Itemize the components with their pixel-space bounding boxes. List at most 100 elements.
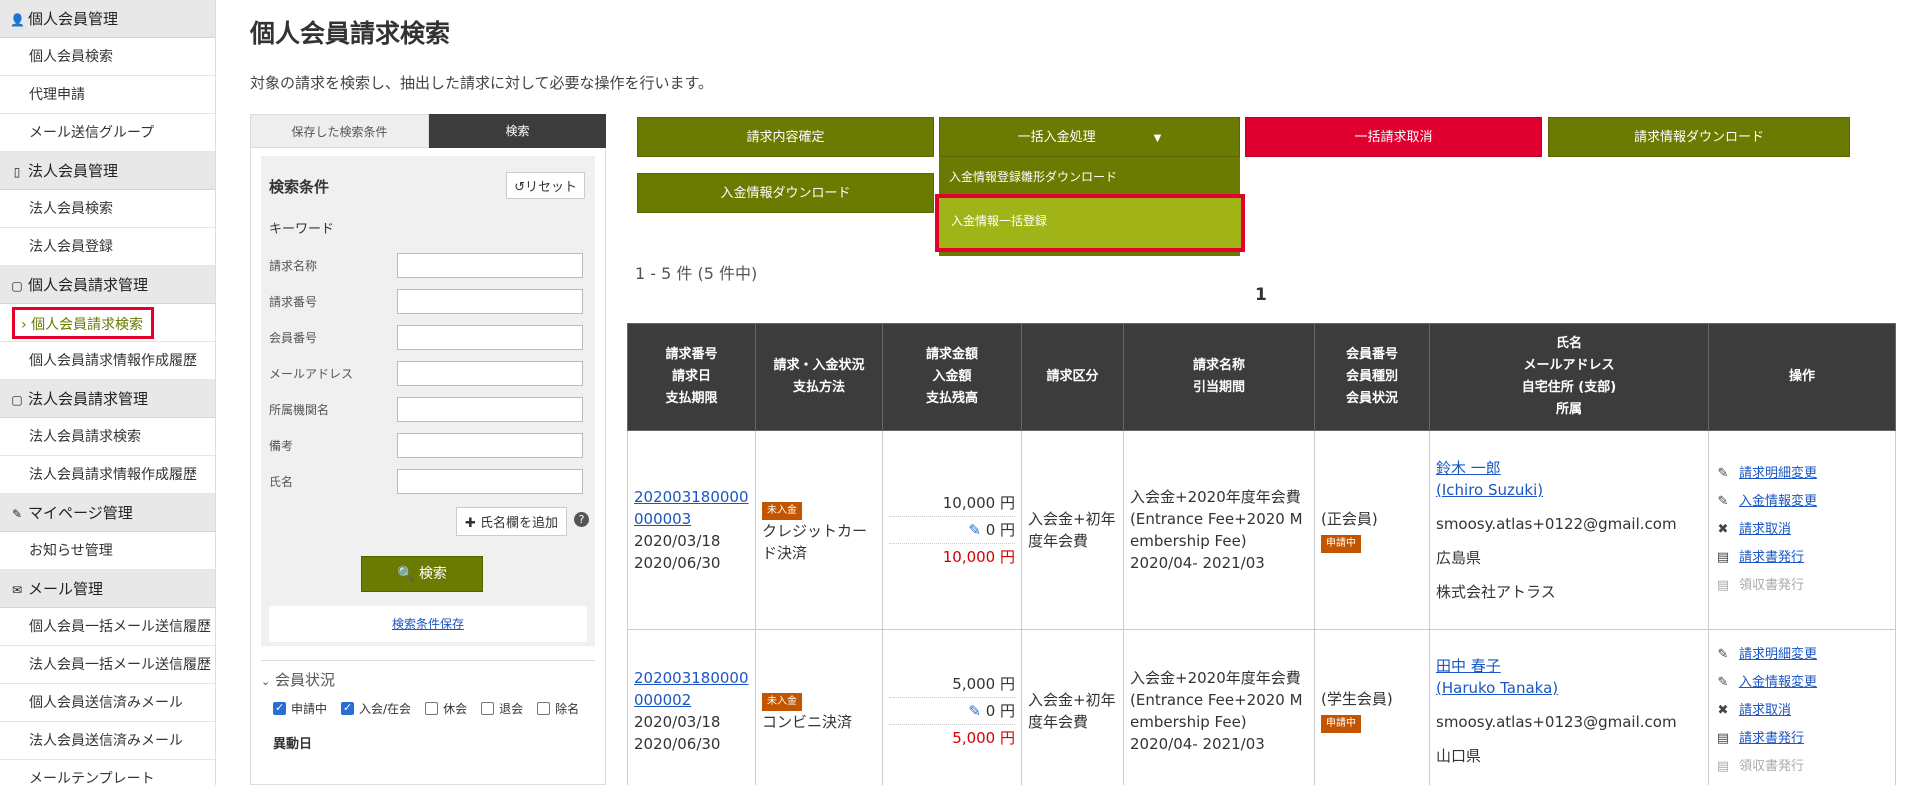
member-name-link[interactable]: 田中 春子 (Haruko Tanaka) <box>1436 655 1702 699</box>
edit-pen-icon[interactable]: ✎ <box>968 702 981 720</box>
allocation-period: 2020/04- 2021/03 <box>1130 734 1265 753</box>
sidebar-section-individual-billing[interactable]: ▢ 個人会員請求管理 <box>0 266 215 304</box>
field-label: 氏名 <box>269 475 294 489</box>
plus-icon: ✚ <box>464 516 476 531</box>
column-header: 請求番号 請求日 支払期限 <box>627 323 756 431</box>
reset-icon: ↺ <box>514 180 525 195</box>
sidebar-item-corporate-billing-history[interactable]: 法人会員請求情報作成履歴 <box>0 456 215 494</box>
status-checkbox-withdrawn[interactable]: 退会 <box>481 700 523 717</box>
sidebar-item-mail-group[interactable]: メール送信グループ <box>0 114 215 152</box>
op-issue-invoice[interactable]: ▤ 請求書発行 <box>1715 544 1889 572</box>
sidebar-item-individual-billing-search[interactable]: › 個人会員請求検索 <box>0 304 215 342</box>
search-button[interactable]: 🔍 検索 <box>361 556 483 592</box>
help-icon[interactable]: ? <box>574 512 589 527</box>
field-label: メールアドレス <box>269 367 354 381</box>
sidebar-item-mail-template[interactable]: メールテンプレート <box>0 760 215 785</box>
unpaid-badge: 未入金 <box>762 501 802 520</box>
pencil-icon: ✎ <box>1717 646 1729 662</box>
pagination-current-page[interactable]: 1 <box>1255 285 1267 305</box>
sidebar-item-individual-sent-mail[interactable]: 個人会員送信済みメール <box>0 684 215 722</box>
sidebar-section-mail[interactable]: ✉ メール管理 <box>0 570 215 608</box>
member-organization: 株式会社アトラス <box>1436 583 1556 601</box>
email-input[interactable] <box>397 361 583 386</box>
checkbox-icon <box>273 701 286 715</box>
billing-date: 2020/03/18 <box>634 712 721 731</box>
billing-number-input[interactable] <box>397 289 583 314</box>
status-badge: 申請中 <box>1321 534 1361 553</box>
billing-number-link[interactable]: 202003180000 000002 <box>634 667 749 711</box>
add-name-field-button[interactable]: ✚ 氏名欄を追加 <box>455 507 567 536</box>
table-row: 202003180000 000003 2020/03/18 2020/06/30… <box>627 430 1896 630</box>
sidebar-section-mypage[interactable]: ✎ マイページ管理 <box>0 494 215 532</box>
op-edit-billing-details[interactable]: ✎ 請求明細変更 <box>1715 641 1889 669</box>
column-header: 請求・入金状況 支払方法 <box>755 323 883 431</box>
billing-name-input[interactable] <box>397 253 583 278</box>
status-checkbox-expelled[interactable]: 除名 <box>537 700 579 717</box>
sidebar-section-corporate-billing[interactable]: ▢ 法人会員請求管理 <box>0 380 215 418</box>
document-icon: ▤ <box>1716 550 1730 565</box>
op-cancel-billing[interactable]: ✖ 請求取消 <box>1715 516 1889 544</box>
page-description: 対象の請求を検索し、抽出した請求に対して必要な操作を行います。 <box>250 74 714 92</box>
billing-date: 2020/03/18 <box>634 532 721 550</box>
highlight-box: › 個人会員請求検索 <box>12 307 155 339</box>
field-label: 備考 <box>269 439 294 453</box>
op-edit-payment-info[interactable]: ✎ 入金情報変更 <box>1715 669 1889 697</box>
name-input[interactable] <box>397 469 583 494</box>
download-billing-button[interactable]: 請求情報ダウンロード <box>1548 117 1850 157</box>
bulk-cancel-button[interactable]: 一括請求取消 <box>1245 117 1542 157</box>
sidebar-section-corporate-members[interactable]: ▯ 法人会員管理 <box>0 152 215 190</box>
op-cancel-billing[interactable]: ✖ 請求取消 <box>1715 697 1889 725</box>
dropdown-item-template-download[interactable]: 入金情報登録雛形ダウンロード <box>939 157 1240 197</box>
sidebar-section-individual-members[interactable]: 👤 個人会員管理 <box>0 0 215 38</box>
sidebar-item-corporate-search[interactable]: 法人会員検索 <box>0 190 215 228</box>
bulk-payment-dropdown-button[interactable]: 一括入金処理 ▼ <box>939 117 1240 157</box>
field-label: 所属機関名 <box>269 403 330 417</box>
caret-down-icon: ▼ <box>1153 133 1162 144</box>
edit-pen-icon[interactable]: ✎ <box>968 521 981 539</box>
sidebar-item-corporate-bulk-mail[interactable]: 法人会員一括メール送信履歴 <box>0 646 215 684</box>
op-issue-invoice[interactable]: ▤ 請求書発行 <box>1715 725 1889 753</box>
confirm-billing-button[interactable]: 請求内容確定 <box>637 117 934 157</box>
save-search-conditions-link[interactable]: 検索条件保存 <box>269 606 587 642</box>
billing-number-link[interactable]: 202003180000 000003 <box>634 486 749 530</box>
sidebar-item-proxy-application[interactable]: 代理申請 <box>0 76 215 114</box>
checkbox-icon <box>425 702 439 715</box>
reset-button[interactable]: ↺リセット <box>506 172 585 199</box>
sidebar-item-individual-billing-history[interactable]: 個人会員請求情報作成履歴 <box>0 342 215 380</box>
member-address: 広島県 <box>1436 549 1482 567</box>
pencil-icon: ✎ <box>1717 466 1729 481</box>
tab-search[interactable]: 検索 <box>429 114 606 148</box>
close-icon: ✖ <box>1717 522 1729 537</box>
pencil-icon: ✎ <box>1717 674 1729 690</box>
status-checkbox-suspended[interactable]: 休会 <box>425 700 467 717</box>
change-date-label: 異動日 <box>273 737 313 752</box>
condition-title: 検索条件 <box>269 178 330 196</box>
op-edit-billing-details[interactable]: ✎ 請求明細変更 <box>1715 460 1889 488</box>
sidebar-item-notices[interactable]: お知らせ管理 <box>0 532 215 570</box>
unpaid-badge: 未入金 <box>762 693 802 711</box>
download-payment-button[interactable]: 入金情報ダウンロード <box>637 173 934 213</box>
member-type: (学生会員) <box>1321 690 1393 708</box>
status-checkbox-applying[interactable]: 申請中 <box>273 700 327 717</box>
status-checkbox-active[interactable]: 入会/在会 <box>341 700 411 717</box>
due-date: 2020/06/30 <box>634 734 721 753</box>
sidebar-item-corporate-register[interactable]: 法人会員登録 <box>0 228 215 266</box>
op-edit-payment-info[interactable]: ✎ 入金情報変更 <box>1715 488 1889 516</box>
sidebar-item-individual-search[interactable]: 個人会員検索 <box>0 38 215 76</box>
due-date: 2020/06/30 <box>634 554 721 572</box>
remarks-input[interactable] <box>397 433 583 458</box>
organization-input[interactable] <box>397 397 583 422</box>
sidebar-item-individual-bulk-mail[interactable]: 個人会員一括メール送信履歴 <box>0 608 215 646</box>
member-number-input[interactable] <box>397 325 583 350</box>
sidebar-item-corporate-billing-search[interactable]: 法人会員請求検索 <box>0 418 215 456</box>
tab-saved-conditions[interactable]: 保存した検索条件 <box>250 114 429 148</box>
member-name-link[interactable]: 鈴木 一郎 (Ichiro Suzuki) <box>1436 457 1702 501</box>
field-label: 会員番号 <box>269 331 318 345</box>
member-status-toggle[interactable]: ⌄ 会員状況 <box>261 660 595 690</box>
dropdown-item-bulk-register[interactable]: 入金情報一括登録 <box>935 194 1245 252</box>
sidebar-item-corporate-sent-mail[interactable]: 法人会員送信済みメール <box>0 722 215 760</box>
paid-amount: ✎ 0 円 <box>889 517 1015 544</box>
member-address: 山口県 <box>1436 746 1482 765</box>
allocation-period: 2020/04- 2021/03 <box>1130 554 1265 572</box>
billed-amount: 5,000 円 <box>889 671 1015 698</box>
